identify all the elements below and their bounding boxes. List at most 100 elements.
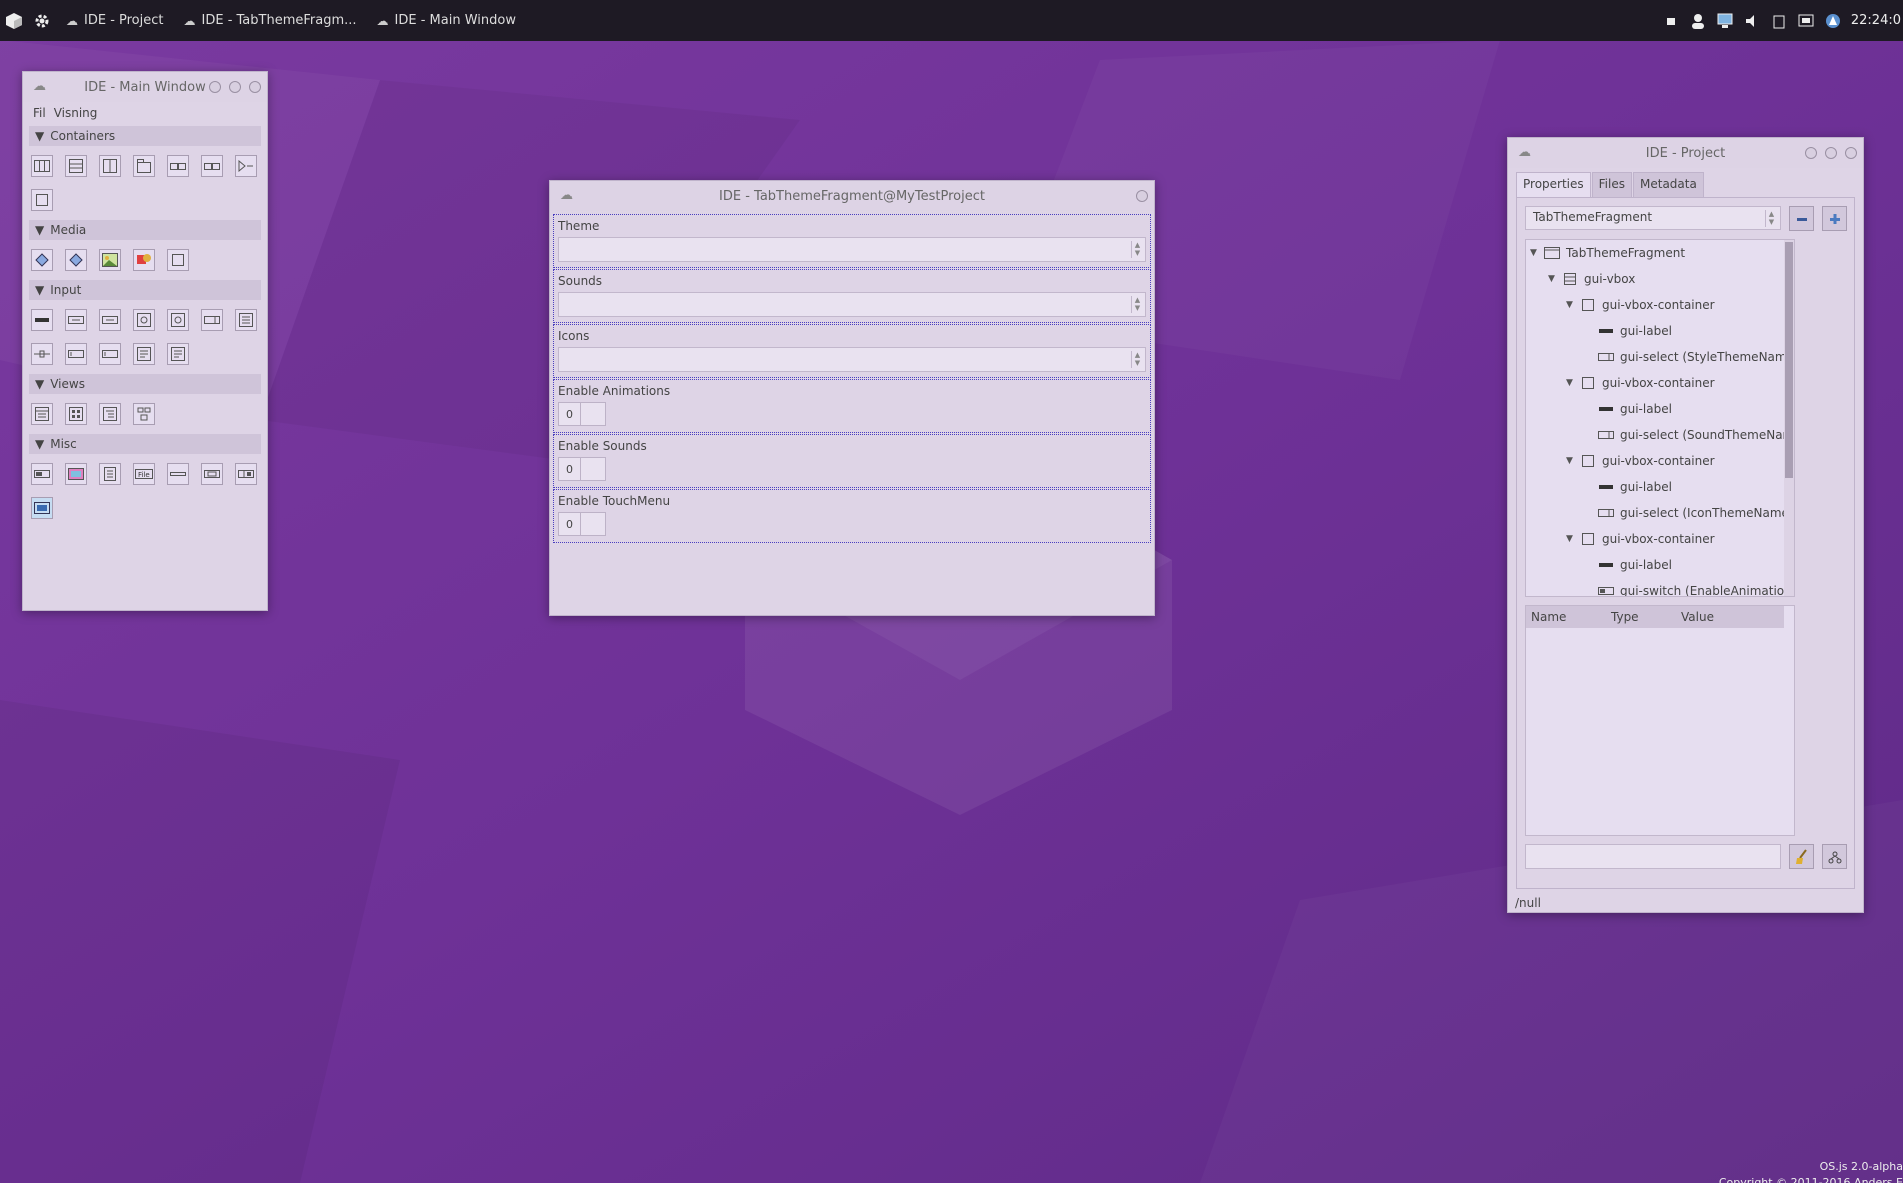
account-icon[interactable] xyxy=(1824,12,1842,30)
settings-gear-icon[interactable] xyxy=(28,0,56,41)
icon-view-icon[interactable] xyxy=(65,403,87,425)
field-container-enable-animations[interactable]: Enable Animations 0 xyxy=(553,379,1151,433)
checkbox-icon[interactable] xyxy=(167,309,189,331)
tree-row[interactable]: ▼ gui-vbox xyxy=(1526,266,1794,292)
display-icon[interactable] xyxy=(1797,12,1815,30)
list-icon[interactable] xyxy=(235,309,257,331)
expand-triangle-icon[interactable]: ▼ xyxy=(1530,248,1540,258)
minimize-button[interactable] xyxy=(209,81,221,93)
notification-icon[interactable] xyxy=(1662,12,1680,30)
expand-triangle-icon[interactable]: ▼ xyxy=(1566,378,1576,388)
column-header-name[interactable]: Name xyxy=(1526,610,1606,624)
field-container-theme[interactable]: Theme ▲ ▼ xyxy=(553,214,1151,268)
password-input-icon[interactable] xyxy=(99,343,121,365)
spinner-icon[interactable] xyxy=(235,463,257,485)
tree-row[interactable]: ▼ gui-vbox-container xyxy=(1526,526,1794,552)
tab-metadata[interactable]: Metadata xyxy=(1633,172,1704,197)
file-view-icon[interactable] xyxy=(133,403,155,425)
scrollbar-thumb[interactable] xyxy=(1785,242,1793,478)
tab-properties[interactable]: Properties xyxy=(1516,172,1591,197)
close-button[interactable] xyxy=(1845,147,1857,159)
section-containers[interactable]: ▼ Containers xyxy=(29,126,261,146)
toggle-button-icon[interactable] xyxy=(99,309,121,331)
section-misc[interactable]: ▼ Misc xyxy=(29,434,261,454)
color-swatch-icon[interactable] xyxy=(65,463,87,485)
maximize-button[interactable] xyxy=(1825,147,1837,159)
expand-triangle-icon[interactable]: ▼ xyxy=(1548,274,1558,284)
select-icon[interactable] xyxy=(201,309,223,331)
enable-animations-switch[interactable]: 0 xyxy=(558,402,606,426)
image-icon[interactable] xyxy=(99,249,121,271)
network-icon[interactable] xyxy=(1716,12,1734,30)
richtext-icon[interactable] xyxy=(167,343,189,365)
enable-sounds-switch[interactable]: 0 xyxy=(558,457,606,481)
toolbar-icon[interactable] xyxy=(201,155,223,177)
file-upload-icon[interactable]: File xyxy=(133,463,155,485)
enable-touchmenu-switch[interactable]: 0 xyxy=(558,512,606,536)
field-container-enable-sounds[interactable]: Enable Sounds 0 xyxy=(553,434,1151,488)
remove-button[interactable] xyxy=(1789,206,1814,231)
add-button[interactable] xyxy=(1822,206,1847,231)
hbox-icon[interactable] xyxy=(31,155,53,177)
column-header-value[interactable]: Value xyxy=(1676,610,1776,624)
taskbar-item-tabthemefragment[interactable]: ☁ IDE - TabThemeFragm... xyxy=(174,0,367,41)
progressbar-icon[interactable] xyxy=(201,463,223,485)
apply-button[interactable] xyxy=(1822,844,1847,869)
button-icon[interactable] xyxy=(65,309,87,331)
separator-icon[interactable] xyxy=(167,463,189,485)
section-media[interactable]: ▼ Media xyxy=(29,220,261,240)
iframe-icon[interactable] xyxy=(31,497,53,519)
maximize-button[interactable] xyxy=(229,81,241,93)
os-menu-icon[interactable] xyxy=(0,0,28,41)
expand-triangle-icon[interactable]: ▼ xyxy=(1566,534,1576,544)
textarea-icon[interactable] xyxy=(133,343,155,365)
tree-row[interactable]: gui-select (StyleThemeName) xyxy=(1526,344,1794,370)
minimize-button[interactable] xyxy=(1805,147,1817,159)
close-button[interactable] xyxy=(249,81,261,93)
fragment-select[interactable]: TabThemeFragment ▲ ▼ xyxy=(1525,206,1781,230)
menu-view[interactable]: Visning xyxy=(54,106,98,120)
property-value-input[interactable] xyxy=(1525,844,1781,869)
clock[interactable]: 22:24:0 xyxy=(1851,13,1901,28)
slider-icon[interactable] xyxy=(31,343,53,365)
icons-select[interactable]: ▲ ▼ xyxy=(558,347,1146,372)
clipboard-icon[interactable] xyxy=(1770,12,1788,30)
field-container-icons[interactable]: Icons ▲ ▼ xyxy=(553,324,1151,378)
window-titlebar[interactable]: ☁ IDE - Main Window xyxy=(23,72,267,102)
tree-scrollbar[interactable] xyxy=(1784,240,1794,596)
properties-table[interactable]: Name Type Value xyxy=(1525,605,1795,836)
paned-icon[interactable] xyxy=(99,155,121,177)
frame-icon[interactable] xyxy=(167,249,189,271)
container-icon[interactable] xyxy=(31,189,53,211)
tree-view-icon[interactable] xyxy=(99,403,121,425)
window-titlebar[interactable]: ☁ IDE - Project xyxy=(1508,138,1863,168)
field-container-enable-touchmenu[interactable]: Enable TouchMenu 0 xyxy=(553,489,1151,543)
theme-select[interactable]: ▲ ▼ xyxy=(558,237,1146,262)
section-input[interactable]: ▼ Input xyxy=(29,280,261,300)
volume-icon[interactable] xyxy=(1743,12,1761,30)
tree-row[interactable]: gui-label xyxy=(1526,552,1794,578)
taskbar-item-main-window[interactable]: ☁ IDE - Main Window xyxy=(367,0,526,41)
radio-icon[interactable] xyxy=(133,309,155,331)
expand-triangle-icon[interactable]: ▼ xyxy=(1566,300,1576,310)
tree-row[interactable]: ▼ gui-vbox-container xyxy=(1526,292,1794,318)
component-tree[interactable]: ▼ TabThemeFragment ▼ gui-vbox ▼ gui-vbox… xyxy=(1525,239,1795,597)
menu-file[interactable]: Fil xyxy=(33,106,46,120)
statusbar-icon[interactable] xyxy=(31,463,53,485)
tree-row[interactable]: ▼ TabThemeFragment xyxy=(1526,240,1794,266)
canvas-icon[interactable] xyxy=(133,249,155,271)
expander-icon[interactable] xyxy=(235,155,257,177)
expand-triangle-icon[interactable]: ▼ xyxy=(1566,456,1576,466)
vbox-icon[interactable] xyxy=(65,155,87,177)
window-titlebar[interactable]: ☁ IDE - TabThemeFragment@MyTestProject xyxy=(550,181,1154,211)
section-views[interactable]: ▼ Views xyxy=(29,374,261,394)
button-bar-icon[interactable] xyxy=(167,155,189,177)
label-icon[interactable] xyxy=(31,309,53,331)
tree-row[interactable]: gui-select (SoundThemeName) xyxy=(1526,422,1794,448)
tree-row[interactable]: ▼ gui-vbox-container xyxy=(1526,448,1794,474)
text-input-icon[interactable] xyxy=(65,343,87,365)
tree-row[interactable]: gui-switch (EnableAnimations) xyxy=(1526,578,1794,596)
tabs-icon[interactable] xyxy=(133,155,155,177)
user-icon[interactable] xyxy=(1689,12,1707,30)
clear-button[interactable] xyxy=(1789,844,1814,869)
